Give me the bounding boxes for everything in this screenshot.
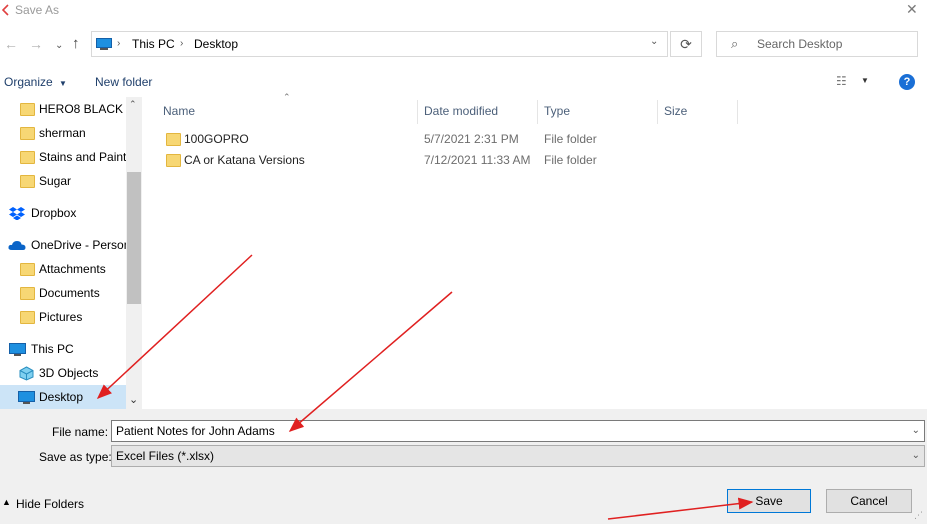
search-placeholder: Search Desktop [757,37,843,51]
nav-item-documents[interactable]: Documents [0,281,126,305]
view-options-icon[interactable]: ☷ [836,74,847,88]
search-icon: ⌕ [731,36,739,51]
view-dropdown-icon[interactable]: ▼ [861,76,869,85]
file-date: 7/12/2021 11:33 AM [424,153,531,167]
save-as-type-value: Excel Files (*.xlsx) [116,449,215,463]
chevron-down-icon: ▼ [59,79,67,88]
folder-icon [166,133,181,146]
file-name-value: Patient Notes for John Adams [116,424,275,438]
breadcrumb-desktop[interactable]: Desktop [194,37,238,51]
nav-item-label: Documents [39,286,100,300]
folder-icon [20,103,35,116]
close-icon[interactable]: ✕ [906,1,918,18]
column-header-type[interactable]: Type [544,101,570,125]
app-icon [2,4,9,16]
save-button[interactable]: Save [727,489,811,513]
help-icon[interactable]: ? [899,74,915,90]
sort-indicator-icon: ⌃ [283,92,291,102]
folder-icon [20,175,35,188]
column-divider[interactable] [417,100,418,124]
window-title: Save As [15,3,60,17]
column-divider[interactable] [537,100,538,124]
address-bar[interactable]: › This PC › Desktop ⌄ [91,31,668,57]
nav-item-attachments[interactable]: Attachments [0,257,126,281]
hide-folders-button[interactable]: Hide Folders [16,497,84,511]
chevron-up-icon[interactable]: ▲ [2,497,11,507]
scroll-up-icon[interactable]: ⌃ [129,99,137,110]
breadcrumb-this-pc[interactable]: This PC [132,37,175,51]
title-bar [0,0,927,22]
cube-icon [19,366,34,381]
pc-icon [96,38,112,50]
dropbox-icon [9,207,25,220]
nav-item-label: OneDrive - Person [31,238,126,252]
save-as-type-select[interactable]: Excel Files (*.xlsx) ⌄ [111,445,925,467]
file-date: 5/7/2021 2:31 PM [424,132,519,146]
nav-item-sherman[interactable]: sherman [0,121,126,145]
nav-scrollbar-thumb[interactable] [127,172,141,304]
file-type: File folder [544,132,597,146]
file-row[interactable]: 100GOPRO 5/7/2021 2:31 PM File folder [160,129,700,150]
recent-locations-chevron-icon[interactable]: ⌄ [55,40,63,51]
search-input[interactable]: ⌕ Search Desktop [716,31,918,57]
new-folder-button[interactable]: New folder [95,75,152,89]
column-divider[interactable] [657,100,658,124]
folder-icon [20,151,35,164]
nav-item-label: Stains and Paint [39,150,126,164]
file-name-input[interactable]: Patient Notes for John Adams ⌄ [111,420,925,442]
nav-item-pictures[interactable]: Pictures [0,305,126,329]
nav-item-stains-and-paint[interactable]: Stains and Paint [0,145,126,169]
folder-icon [166,154,181,167]
folder-icon [20,287,35,300]
file-type: File folder [544,153,597,167]
file-row[interactable]: CA or Katana Versions 7/12/2021 11:33 AM… [160,150,700,171]
nav-item-label: Attachments [39,262,106,276]
file-name-dropdown-icon[interactable]: ⌄ [912,421,920,441]
nav-item-desktop[interactable]: Desktop [0,385,126,409]
column-header-name[interactable]: Name [163,101,195,125]
up-arrow-icon[interactable]: ↑ [72,35,80,52]
back-arrow-icon[interactable]: ← [4,36,18,52]
breadcrumb-separator-icon: › [180,38,184,49]
organize-menu[interactable]: Organize ▼ [4,75,67,89]
nav-item-this-pc[interactable]: This PC [0,337,126,361]
file-name: 100GOPRO [184,132,249,146]
onedrive-icon [8,241,26,250]
nav-item-label: 3D Objects [39,366,99,380]
save-as-type-dropdown-icon[interactable]: ⌄ [912,446,920,466]
column-header-date[interactable]: Date modified [424,101,498,125]
nav-item-label: HERO8 BLACK 1 [39,102,126,116]
file-name-label: File name: [52,425,109,439]
breadcrumb-separator-icon: › [117,38,121,49]
forward-arrow-icon[interactable]: → [29,36,43,52]
nav-item-label: sherman [39,126,86,140]
folder-icon [20,311,35,324]
file-name: CA or Katana Versions [184,153,305,167]
nav-item-label: Sugar [39,174,72,188]
resize-grip-icon[interactable]: ⋰ [914,510,923,521]
folder-icon [20,127,35,140]
pc-icon [9,343,26,356]
nav-item-3d-objects[interactable]: 3D Objects [0,361,126,385]
nav-item-label: This PC [31,342,74,356]
nav-item-label: Desktop [39,390,84,404]
nav-item-sugar[interactable]: Sugar [0,169,126,193]
cancel-button[interactable]: Cancel [826,489,912,513]
scroll-down-icon[interactable]: ⌄ [129,393,138,406]
column-header-size[interactable]: Size [664,101,687,125]
nav-item-hero8[interactable]: HERO8 BLACK 1 [0,97,126,121]
address-dropdown-icon[interactable]: ⌄ [650,36,658,47]
column-divider[interactable] [737,100,738,124]
nav-item-label: Pictures [39,310,83,324]
organize-label: Organize [4,75,53,89]
refresh-button[interactable]: ⟳ [670,31,702,57]
desktop-icon [18,391,35,404]
folder-icon [20,263,35,276]
nav-item-label: Dropbox [31,206,77,220]
save-as-type-label: Save as type: [39,450,112,464]
nav-item-onedrive[interactable]: OneDrive - Person [0,233,126,257]
navigation-pane: HERO8 BLACK 1 sherman Stains and Paint S… [0,97,142,409]
nav-item-dropbox[interactable]: Dropbox [0,201,126,225]
